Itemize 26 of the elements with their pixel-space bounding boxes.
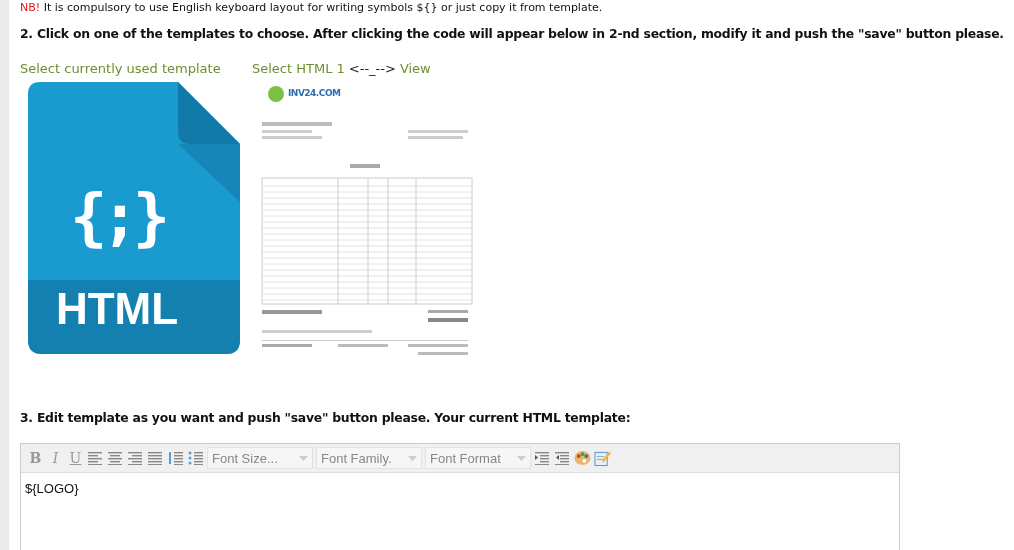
notice-text: It is compulsory to use English keyboard layout for writing symbols ${} or just copy it from template. xyxy=(43,1,603,14)
font-dropdown[interactable]: Font Size... xyxy=(207,447,313,469)
section-heading: 2. Click on one of the templates to choose. After clicking the code will appear below in 2-nd section, modify it and push the "save" button please. xyxy=(20,26,1005,41)
font-dropdown[interactable]: Font Family. xyxy=(316,447,422,469)
dropdown-text: Font Family. xyxy=(321,450,392,466)
section-heading: 3. Edit template as you want and push "save" button please. Your current HTML template: xyxy=(20,410,632,425)
font-dropdown[interactable]: Font Format xyxy=(425,447,531,469)
separator-text: <--_--> xyxy=(348,61,396,76)
template-link[interactable]: Select currently used template xyxy=(20,61,238,76)
underline-button[interactable]: U xyxy=(67,448,84,468)
palette-icon[interactable] xyxy=(574,448,591,468)
html-file-icon[interactable] xyxy=(28,82,240,354)
icon-code-text: {;} xyxy=(69,180,166,253)
italic-button[interactable]: I xyxy=(47,448,64,468)
caret-icon xyxy=(299,455,308,461)
caret-icon xyxy=(517,455,526,461)
template-link[interactable]: Select HTML 1 xyxy=(252,61,345,76)
view-link[interactable]: View xyxy=(399,61,431,76)
dropdown-text: Font Size... xyxy=(212,450,278,466)
editor-text[interactable]: ${LOGO} xyxy=(21,473,899,504)
dropdown-text: Font Format xyxy=(430,450,501,466)
logo-text: INV24.COM xyxy=(288,88,341,98)
caret-icon xyxy=(408,455,417,461)
icon-label: HTML xyxy=(54,284,180,334)
bold-button[interactable]: B xyxy=(27,448,44,468)
notice-label: NB! xyxy=(20,1,41,14)
